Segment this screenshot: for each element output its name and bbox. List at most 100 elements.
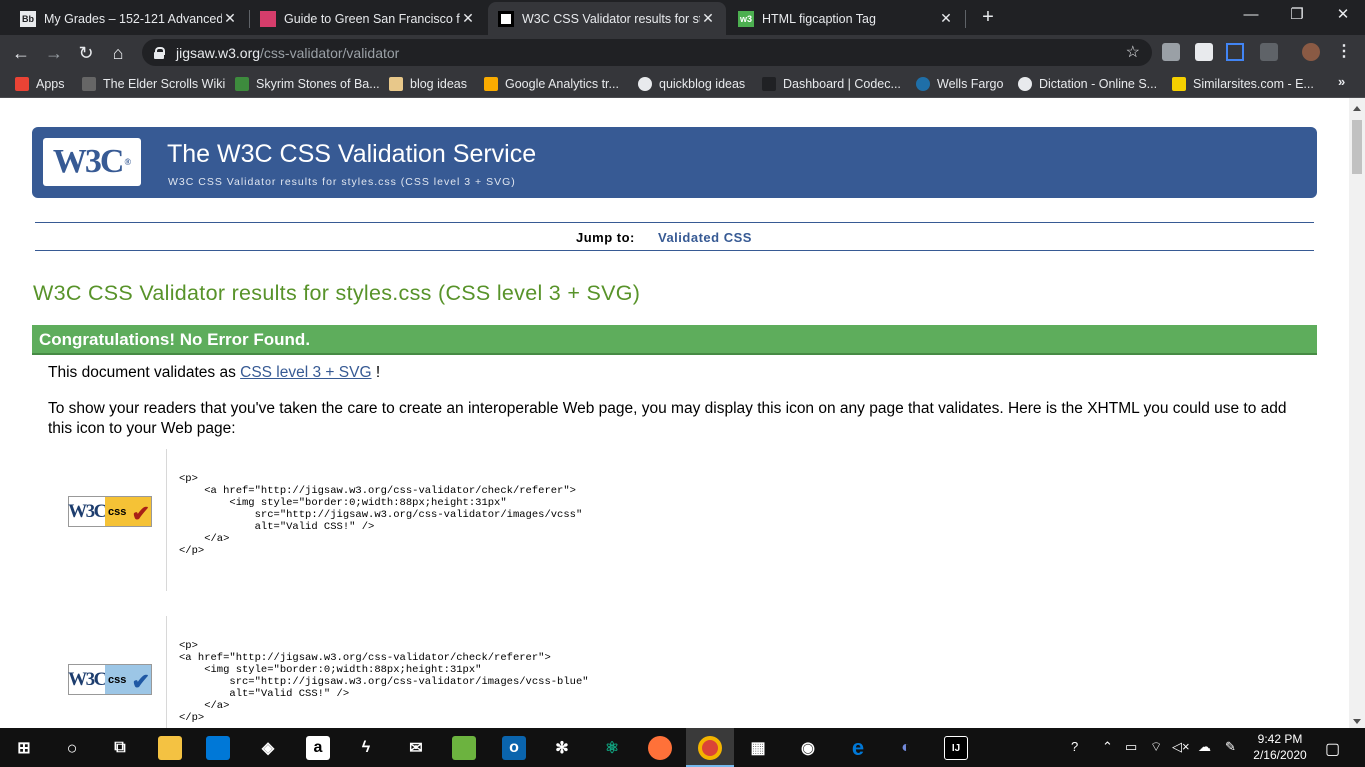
badge-w3c-text: W3C: [68, 497, 107, 526]
bookmark-codecademy[interactable]: Dashboard | Codec...: [762, 75, 901, 93]
bookmark-star-icon[interactable]: ☆: [1126, 42, 1140, 62]
bookmark-label: Dashboard | Codec...: [783, 77, 901, 91]
edge-icon[interactable]: e: [846, 735, 870, 760]
blog-icon: [389, 77, 403, 91]
calculator-icon[interactable]: ▦: [746, 736, 770, 760]
scroll-up-icon[interactable]: [1353, 106, 1361, 111]
amazon-icon[interactable]: a: [306, 736, 330, 760]
close-window-button[interactable]: ✕: [1320, 4, 1365, 26]
close-tab-icon[interactable]: ✕: [938, 10, 954, 27]
bookmark-dictation[interactable]: Dictation - Online S...: [1018, 75, 1157, 93]
css-level-link[interactable]: CSS level 3 + SVG: [240, 364, 371, 381]
search-icon[interactable]: ○: [60, 736, 84, 760]
firefox-icon[interactable]: [648, 736, 672, 760]
extension-icon[interactable]: [1162, 43, 1180, 61]
globe-icon: [1018, 77, 1032, 91]
pen-icon[interactable]: ✎: [1225, 739, 1236, 755]
bookmark-apps[interactable]: Apps: [15, 75, 65, 93]
code-snippet-text: <p> <a href="http://jigsaw.w3.org/css-va…: [179, 640, 589, 724]
scroll-down-icon[interactable]: [1353, 719, 1361, 724]
volume-muted-icon[interactable]: ◁×: [1172, 739, 1190, 755]
wifi-icon[interactable]: ⌔: [1150, 739, 1162, 755]
store-icon[interactable]: [206, 736, 230, 760]
bookmark-label: Google Analytics tr...: [505, 77, 619, 91]
close-tab-icon[interactable]: ✕: [700, 10, 716, 27]
system-clock[interactable]: 9:42 PM 2/16/2020: [1250, 731, 1310, 763]
tab-figcaption[interactable]: w3 HTML figcaption Tag ✕: [728, 2, 964, 35]
w3c-logo[interactable]: W3C ®: [43, 138, 141, 186]
tab-title: My Grades – 152-121 Advanced: [44, 11, 222, 26]
bookmark-blog-ideas[interactable]: blog ideas: [389, 75, 467, 93]
pen-extension-icon[interactable]: [1260, 43, 1278, 61]
file-explorer-icon[interactable]: [158, 736, 182, 760]
notifications-icon[interactable]: ▢: [1325, 739, 1340, 759]
jump-label: Jump to:: [576, 230, 635, 245]
bookmark-wells-fargo[interactable]: Wells Fargo: [916, 75, 1003, 93]
bookmark-label: Dictation - Online S...: [1039, 77, 1158, 91]
restore-button[interactable]: ❐: [1274, 4, 1320, 26]
slack-icon[interactable]: ✻: [550, 736, 574, 760]
task-view-icon[interactable]: ⧉: [108, 736, 132, 760]
menu-dots-icon[interactable]: ⋮: [1336, 41, 1352, 63]
wells-fargo-icon: [916, 77, 930, 91]
bookmark-quickblog[interactable]: quickblog ideas: [638, 75, 745, 93]
home-icon[interactable]: ⌂: [104, 39, 132, 67]
tray-chevron-icon[interactable]: ⌃: [1102, 739, 1113, 755]
minimize-button[interactable]: —: [1228, 4, 1274, 26]
scroll-thumb[interactable]: [1352, 120, 1362, 174]
checkmark-icon: ✔: [131, 501, 150, 526]
atom-icon[interactable]: ⚛: [600, 736, 624, 760]
windows-taskbar: ⊞ ○ ⧉ ◈ a ϟ ✉ o ✻ ⚛ ▦ ◉ e ◐ IJ ? ⌃ ▭ ⌔ ◁…: [0, 728, 1365, 767]
extension-icon[interactable]: [1195, 43, 1213, 61]
onedrive-icon[interactable]: ☁: [1198, 739, 1211, 755]
drawing-app-icon[interactable]: [452, 736, 476, 760]
address-bar[interactable]: jigsaw.w3.org/css-validator/validator ☆: [142, 39, 1152, 66]
chrome-icon[interactable]: [698, 736, 722, 760]
validates-prefix: This document validates as: [48, 364, 241, 381]
windows-start-icon[interactable]: ⊞: [12, 736, 36, 760]
close-tab-icon[interactable]: ✕: [222, 10, 238, 27]
bookmark-google-analytics[interactable]: Google Analytics tr...: [484, 75, 619, 93]
github-icon[interactable]: ◉: [796, 736, 820, 760]
help-icon[interactable]: ?: [1071, 739, 1078, 754]
page-scrollbar[interactable]: [1349, 98, 1365, 728]
profile-avatar[interactable]: [1302, 43, 1320, 61]
lock-icon: [154, 46, 165, 59]
valid-css-badge-blue[interactable]: W3C css ✔: [68, 664, 152, 695]
wiki-icon: [82, 77, 96, 91]
reload-icon[interactable]: ↻: [72, 39, 100, 67]
browser-toolbar: ← → ↻ ⌂ jigsaw.w3.org/css-validator/vali…: [0, 35, 1365, 70]
w3schools-icon: w3: [738, 10, 754, 27]
discord-icon[interactable]: ◐: [894, 736, 918, 760]
dropbox-icon[interactable]: ◈: [256, 736, 280, 760]
tab-w3c-validator[interactable]: W3C CSS Validator results for sty ✕: [488, 2, 726, 35]
blackboard-icon: Bb: [20, 10, 36, 27]
bookmarks-bar: Apps The Elder Scrolls Wiki Skyrim Stone…: [0, 70, 1365, 98]
tab-green-sf[interactable]: Guide to Green San Francisco fro ✕: [250, 2, 486, 35]
new-tab-button[interactable]: +: [977, 6, 999, 28]
tab-my-grades[interactable]: Bb My Grades – 152-121 Advanced ✕: [10, 2, 248, 35]
forward-arrow-icon[interactable]: →: [40, 39, 68, 67]
tab-strip: Bb My Grades – 152-121 Advanced ✕ Guide …: [0, 0, 1365, 35]
drive-icon[interactable]: [1226, 43, 1244, 61]
checkmark-icon: ✔: [131, 669, 150, 694]
codecademy-icon: [762, 77, 776, 91]
back-arrow-icon[interactable]: ←: [7, 39, 35, 67]
gem-icon: [235, 77, 249, 91]
tab-separator: [965, 10, 966, 28]
more-bookmarks-icon[interactable]: »: [1338, 74, 1345, 89]
outlook-icon[interactable]: o: [502, 736, 526, 760]
bookmark-skyrim[interactable]: Skyrim Stones of Ba...: [235, 75, 380, 93]
clock-time: 9:42 PM: [1257, 732, 1303, 746]
bookmark-elder-scrolls[interactable]: The Elder Scrolls Wiki: [82, 75, 225, 93]
bookmark-similarsites[interactable]: Similarsites.com - E...: [1172, 75, 1314, 93]
validated-css-link[interactable]: Validated CSS: [658, 230, 752, 245]
mail-icon[interactable]: ✉: [404, 736, 428, 760]
battery-icon[interactable]: ▭: [1125, 739, 1137, 755]
page-title[interactable]: The W3C CSS Validation Service: [167, 140, 536, 169]
winamp-icon[interactable]: ϟ: [354, 736, 378, 760]
validates-suffix: !: [371, 364, 381, 381]
close-tab-icon[interactable]: ✕: [460, 10, 476, 27]
valid-css-badge-gold[interactable]: W3C css ✔: [68, 496, 152, 527]
intellij-icon[interactable]: IJ: [944, 736, 968, 760]
